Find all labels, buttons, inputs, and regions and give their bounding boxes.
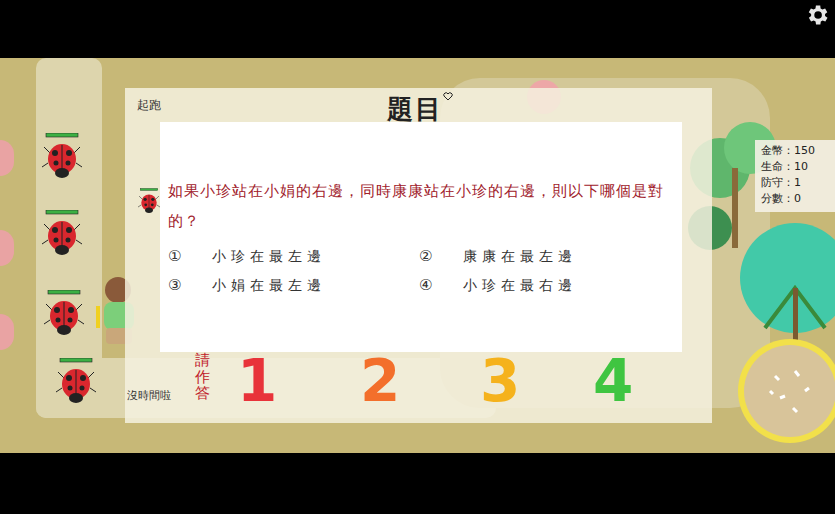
stats-panel: 金幣：150生命：10防守：1分數：0 xyxy=(755,140,835,212)
stat-value: 0 xyxy=(794,192,801,205)
question-card: 如果小珍站在小娟的右邊，同時康康站在小珍的右邊，則以下哪個是對的？ ①小珍在最左邊… xyxy=(160,122,682,352)
ladybug-icon xyxy=(44,290,84,336)
stat-row: 金幣：150 xyxy=(761,143,831,159)
gear-icon[interactable] xyxy=(804,2,830,28)
pink-marker xyxy=(0,314,14,350)
option-number: ④ xyxy=(419,274,463,297)
pink-marker xyxy=(0,140,14,176)
option-text: 小珍在最左邊 xyxy=(212,246,326,267)
question-dialog: 起跑題目如果小珍站在小娟的右邊，同時康康站在小珍的右邊，則以下哪個是對的？①小珍… xyxy=(125,88,712,423)
stat-label: 金幣： xyxy=(761,144,794,157)
stat-label: 分數： xyxy=(761,192,794,205)
option-text: 康康在最左邊 xyxy=(463,246,577,267)
ladybug-icon xyxy=(138,188,160,214)
answer-button[interactable]: 1 xyxy=(237,350,277,412)
ladybug-icon xyxy=(42,210,82,256)
option-number: ① xyxy=(168,245,212,268)
stat-value: 10 xyxy=(794,160,808,173)
stat-label: 生命： xyxy=(761,160,794,173)
question-text: 如果小珍站在小娟的右邊，同時康康站在小珍的右邊，則以下哪個是對的？ xyxy=(168,176,674,236)
timeout-label: 沒時間啦 xyxy=(127,388,171,405)
option[interactable]: ②康康在最左邊 xyxy=(419,242,670,271)
option[interactable]: ①小珍在最左邊 xyxy=(168,242,419,271)
answer-button[interactable]: 2 xyxy=(360,350,400,412)
stat-value: 150 xyxy=(794,144,815,157)
option[interactable]: ③小娟在最左邊 xyxy=(168,271,419,300)
option-number: ② xyxy=(419,245,463,268)
food-plate-icon xyxy=(735,336,835,446)
option-text: 小珍在最右邊 xyxy=(463,275,577,296)
ladybug-icon xyxy=(42,133,82,179)
stat-label: 防守： xyxy=(761,176,794,189)
stat-value: 1 xyxy=(794,176,801,189)
stat-row: 防守：1 xyxy=(761,175,831,191)
heart-icon xyxy=(443,92,453,101)
stat-row: 分數：0 xyxy=(761,191,831,207)
option[interactable]: ④小珍在最右邊 xyxy=(419,271,670,300)
ladybug-icon xyxy=(56,358,96,404)
pink-marker xyxy=(0,230,14,266)
answer-button[interactable]: 3 xyxy=(480,350,520,412)
option-text: 小娟在最左邊 xyxy=(212,275,326,296)
options-grid: ①小珍在最左邊②康康在最左邊③小娟在最左邊④小珍在最右邊 xyxy=(168,242,674,300)
prompt-label: 請作答 xyxy=(195,352,210,402)
stat-row: 生命：10 xyxy=(761,159,831,175)
start-label: 起跑 xyxy=(137,96,161,114)
option-number: ③ xyxy=(168,274,212,297)
answer-button[interactable]: 4 xyxy=(593,350,633,412)
